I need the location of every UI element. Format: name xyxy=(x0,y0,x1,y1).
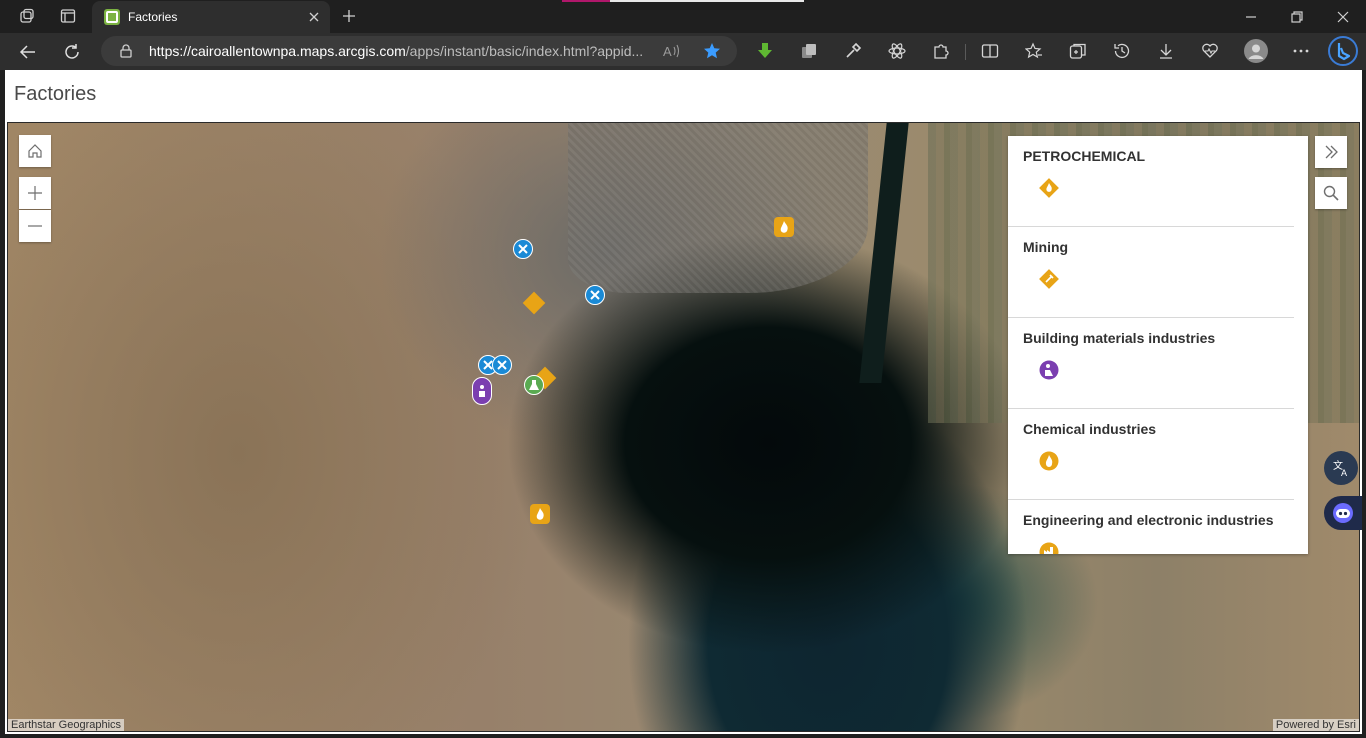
legend-item-label: Chemical industries xyxy=(1023,421,1157,437)
history-icon[interactable] xyxy=(1111,40,1133,62)
restore-button[interactable] xyxy=(1274,0,1320,33)
svg-text:A: A xyxy=(1341,468,1347,477)
minimize-button[interactable] xyxy=(1228,0,1274,33)
building-materials-marker-icon[interactable] xyxy=(472,377,492,405)
legend-item: Mining xyxy=(1008,227,1294,318)
factory-circle-icon xyxy=(1039,542,1059,554)
legend-item: Chemical industries xyxy=(1008,409,1294,500)
legend-panel[interactable]: PETROCHEMICAL Mining Building materials … xyxy=(1008,136,1308,554)
browser-tab-bar: Factories xyxy=(0,0,1366,33)
url-host: https://cairoallentownpa.maps.arcgis.com xyxy=(149,43,406,59)
home-button[interactable] xyxy=(19,135,51,167)
tools-marker-icon[interactable] xyxy=(585,285,605,305)
legend-item: Building materials industries xyxy=(1008,318,1294,409)
translate-button[interactable]: 文A xyxy=(1324,451,1358,485)
chemical-marker-icon[interactable] xyxy=(524,375,544,395)
svg-text:A: A xyxy=(663,44,672,58)
profile-avatar-icon[interactable] xyxy=(1244,39,1268,63)
toolbar-separator xyxy=(965,44,966,60)
lock-icon[interactable] xyxy=(119,44,133,58)
favorites-icon[interactable] xyxy=(1023,40,1045,62)
atom-icon[interactable] xyxy=(886,40,908,62)
heartbeat-icon[interactable] xyxy=(1199,40,1221,62)
legend-item-label: Building materials industries xyxy=(1023,330,1216,346)
read-aloud-icon[interactable]: A xyxy=(661,41,683,61)
expand-panel-button[interactable] xyxy=(1315,136,1347,168)
attribution-right[interactable]: Powered by Esri xyxy=(1272,719,1359,731)
legend-item-label: PETROCHEMICAL xyxy=(1023,148,1146,164)
ellipsis-icon[interactable] xyxy=(1290,40,1312,62)
assistant-bot-button[interactable] xyxy=(1324,496,1362,530)
search-button[interactable] xyxy=(1315,177,1347,209)
collections-icon[interactable] xyxy=(1067,40,1089,62)
url-text[interactable]: https://cairoallentownpa.maps.arcgis.com… xyxy=(149,43,649,59)
zoom-out-button[interactable] xyxy=(19,210,51,242)
close-tab-icon[interactable] xyxy=(302,5,326,29)
tab-actions-icon[interactable] xyxy=(14,4,40,28)
legend-item: Engineering and electronic industries xyxy=(1008,500,1294,554)
flame-circle-icon xyxy=(1039,451,1059,471)
address-bar[interactable]: https://cairoallentownpa.maps.arcgis.com… xyxy=(101,36,737,66)
arcgis-favicon-icon xyxy=(104,9,120,25)
tools-marker-icon[interactable] xyxy=(513,239,533,259)
worker-circle-icon xyxy=(1039,360,1059,380)
puzzle-icon[interactable] xyxy=(930,40,952,62)
download-extension-icon[interactable] xyxy=(754,40,776,62)
active-tab[interactable]: Factories xyxy=(92,1,330,33)
legend-item-label: Mining xyxy=(1023,239,1069,255)
download-icon[interactable] xyxy=(1155,40,1177,62)
favorite-star-icon[interactable] xyxy=(701,41,723,61)
browser-toolbar: https://cairoallentownpa.maps.arcgis.com… xyxy=(0,33,1366,70)
tab-strip-indicator xyxy=(562,0,610,2)
collections-ext-icon[interactable] xyxy=(798,40,820,62)
pickaxe-diamond-icon xyxy=(1039,269,1059,289)
refresh-button[interactable] xyxy=(57,37,87,67)
url-path: /apps/instant/basic/index.html?appid... xyxy=(405,43,644,59)
legend-item: PETROCHEMICAL xyxy=(1008,136,1294,227)
page-title: Factories xyxy=(14,83,97,105)
bing-copilot-icon[interactable] xyxy=(1328,36,1358,66)
zoom-in-button[interactable] xyxy=(19,177,51,209)
back-button[interactable] xyxy=(13,37,43,67)
split-screen-icon[interactable] xyxy=(979,40,1001,62)
vertical-tabs-icon[interactable] xyxy=(55,4,81,28)
attribution-left: Earthstar Geographics xyxy=(8,719,125,731)
eyedropper-icon[interactable] xyxy=(842,40,864,62)
legend-item-label: Engineering and electronic industries xyxy=(1023,512,1274,528)
mining-marker-icon[interactable] xyxy=(522,291,546,315)
petrochemical-marker-icon[interactable] xyxy=(774,217,794,237)
city-area xyxy=(568,123,868,293)
flame-diamond-icon xyxy=(1039,178,1059,198)
tab-strip-indicator xyxy=(610,0,804,2)
petrochemical-marker-icon[interactable] xyxy=(530,504,550,524)
legend-list: PETROCHEMICAL Mining Building materials … xyxy=(1008,136,1294,554)
new-tab-button[interactable] xyxy=(336,4,362,28)
tab-title: Factories xyxy=(128,10,178,24)
window-close-button[interactable] xyxy=(1320,0,1366,33)
tools-marker-icon[interactable] xyxy=(492,355,512,375)
